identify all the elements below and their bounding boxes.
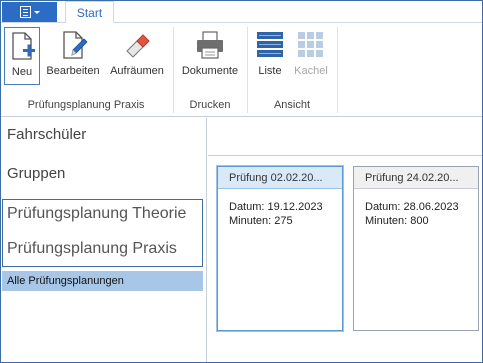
ribbon-group-pruefungsplanung-praxis: Neu Bearbeiten Aufräumen Prüfungsplanung xyxy=(1,23,171,117)
card-list: Prüfung 02.02.20... Datum: 19.12.2023 Mi… xyxy=(208,157,482,362)
exam-card-date: Datum: 28.06.2023 xyxy=(365,201,459,213)
edit-button-label: Bearbeiten xyxy=(46,65,100,77)
new-document-icon xyxy=(12,32,35,60)
cleanup-button[interactable]: Aufräumen xyxy=(106,27,168,85)
exam-card-title: Prüfung 02.02.20... xyxy=(218,167,342,189)
chevron-down-icon xyxy=(33,10,40,14)
ribbon-group-drucken: Dokumente Drucken xyxy=(175,23,245,117)
exam-card-date: Datum: 19.12.2023 xyxy=(229,201,323,213)
ribbon-separator xyxy=(247,27,248,113)
tile-view-button[interactable]: Kachel xyxy=(291,27,331,85)
ribbon-group-label: Drucken xyxy=(189,99,231,111)
ribbon-group-label: Prüfungsplanung Praxis xyxy=(27,99,145,111)
exam-card-minutes: Minuten: 800 xyxy=(365,215,429,227)
exam-card-body: Datum: 28.06.2023 Minuten: 800 xyxy=(354,189,478,228)
ribbon-group-label: Ansicht xyxy=(273,99,311,111)
content-area: Prüfung 02.02.20... Datum: 19.12.2023 Mi… xyxy=(208,118,482,362)
ribbon-group-ansicht: Liste Kachel Ansicht xyxy=(249,23,335,117)
nav-item-fahrschueler[interactable]: Fahrschüler xyxy=(7,126,86,143)
tile-view-button-label: Kachel xyxy=(294,65,328,77)
exam-card-title: Prüfung 24.02.20... xyxy=(354,167,478,189)
content-header xyxy=(208,118,482,156)
eraser-icon xyxy=(126,34,150,58)
nav-item-pruefungsplanung-theorie[interactable]: Prüfungsplanung Theorie xyxy=(7,205,186,223)
document-menu-icon xyxy=(19,6,31,18)
app-window: Start Neu Bearbeiten Aufräumen Prüfungsp… xyxy=(0,0,483,363)
ribbon-tab-strip: Start xyxy=(1,1,482,24)
new-button[interactable]: Neu xyxy=(4,27,40,85)
ribbon-separator xyxy=(337,27,338,113)
edit-document-icon xyxy=(63,31,88,59)
nav-subitem-alle-pruefungsplanungen[interactable]: Alle Prüfungsplanungen xyxy=(2,271,203,291)
list-view-icon xyxy=(257,32,283,57)
documents-button[interactable]: Dokumente xyxy=(177,27,243,85)
list-view-button[interactable]: Liste xyxy=(253,27,287,85)
ribbon: Neu Bearbeiten Aufräumen Prüfungsplanung xyxy=(1,23,482,117)
app-menu-button[interactable] xyxy=(2,2,57,22)
cleanup-button-label: Aufräumen xyxy=(110,65,164,77)
tile-view-icon xyxy=(298,32,323,57)
exam-card[interactable]: Prüfung 24.02.20... Datum: 28.06.2023 Mi… xyxy=(353,166,479,331)
printer-icon xyxy=(197,31,223,59)
new-button-label: Neu xyxy=(11,66,33,78)
exam-card-body: Datum: 19.12.2023 Minuten: 275 xyxy=(218,189,342,228)
exam-card[interactable]: Prüfung 02.02.20... Datum: 19.12.2023 Mi… xyxy=(217,166,343,331)
list-view-button-label: Liste xyxy=(258,65,282,77)
nav-item-pruefungsplanung-praxis[interactable]: Prüfungsplanung Praxis xyxy=(7,240,177,258)
tab-start[interactable]: Start xyxy=(65,1,114,24)
nav-item-gruppen[interactable]: Gruppen xyxy=(7,165,65,182)
ribbon-separator xyxy=(173,27,174,113)
navigation-pane: Fahrschüler Gruppen Prüfungsplanung Theo… xyxy=(1,118,207,362)
documents-button-label: Dokumente xyxy=(181,65,239,77)
exam-card-minutes: Minuten: 275 xyxy=(229,215,293,227)
edit-button[interactable]: Bearbeiten xyxy=(42,27,104,85)
